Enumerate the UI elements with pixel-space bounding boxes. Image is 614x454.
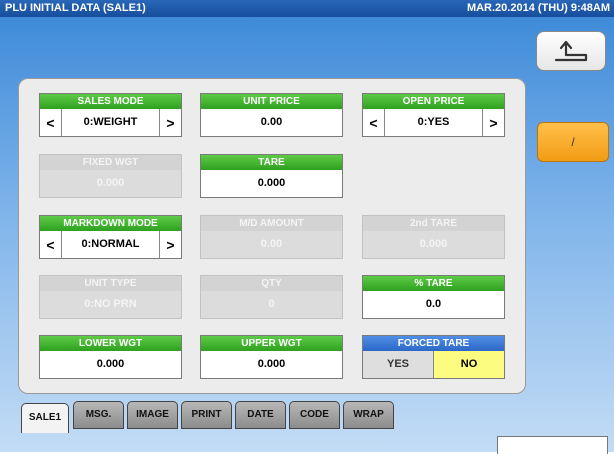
sales-mode-field: SALES MODE < 0:WEIGHT > [39,93,182,137]
markdown-mode-label: MARKDOWN MODE [40,216,181,231]
tab-wrap[interactable]: WRAP [343,401,394,429]
md-amount-field: M/D AMOUNT 0.00 [200,215,343,259]
qty-label: QTY [201,276,342,291]
fixed-wgt-value: 0.000 [40,170,181,197]
tare-field[interactable]: TARE 0.000 [200,154,343,198]
unit-type-value: 0:NO PRN [40,291,181,318]
upper-wgt-field[interactable]: UPPER WGT 0.000 [200,335,343,379]
unit-type-field: UNIT TYPE 0:NO PRN [39,275,182,319]
lower-wgt-value[interactable]: 0.000 [40,351,181,378]
md-amount-label: M/D AMOUNT [201,216,342,231]
pct-tare-field[interactable]: % TARE 0.0 [362,275,505,319]
qty-field: QTY 0 [200,275,343,319]
unit-price-field[interactable]: UNIT PRICE 0.00 [200,93,343,137]
tab-date[interactable]: DATE [235,401,286,429]
tab-print[interactable]: PRINT [181,401,232,429]
open-price-prev-button[interactable]: < [363,109,385,136]
fixed-wgt-field: FIXED WGT 0.000 [39,154,182,198]
markdown-mode-value[interactable]: 0:NORMAL [62,231,159,258]
second-tare-label: 2nd TARE [363,216,504,231]
tare-value[interactable]: 0.000 [201,170,342,197]
tab-image[interactable]: IMAGE [127,401,178,429]
markdown-mode-next-button[interactable]: > [159,231,181,258]
markdown-mode-prev-button[interactable]: < [40,231,62,258]
tab-sale1[interactable]: SALE1 [21,403,69,433]
lower-wgt-label: LOWER WGT [40,336,181,351]
unit-type-label: UNIT TYPE [40,276,181,291]
title-bar: PLU INITIAL DATA (SALE1) MAR.20.2014 (TH… [0,0,614,17]
tab-msg[interactable]: MSG. [73,401,124,429]
return-arrow-icon [554,40,588,62]
markdown-mode-field: MARKDOWN MODE < 0:NORMAL > [39,215,182,259]
pct-tare-label: % TARE [363,276,504,291]
forced-tare-field: FORCED TARE YES NO [362,335,505,379]
sales-mode-prev-button[interactable]: < [40,109,62,136]
sales-mode-next-button[interactable]: > [159,109,181,136]
plu-data-panel: SALES MODE < 0:WEIGHT > UNIT PRICE 0.00 … [18,78,526,433]
open-price-next-button[interactable]: > [482,109,504,136]
open-price-value[interactable]: 0:YES [385,109,482,136]
md-amount-value: 0.00 [201,231,342,258]
datetime-display: MAR.20.2014 (THU) 9:48AM [466,2,610,14]
slash-button[interactable]: / [537,122,609,162]
tab-bar: SALE1 MSG. IMAGE PRINT DATE CODE WRAP [19,401,539,433]
sales-mode-label: SALES MODE [40,94,181,109]
upper-wgt-value[interactable]: 0.000 [201,351,342,378]
upper-wgt-label: UPPER WGT [201,336,342,351]
forced-tare-label: FORCED TARE [363,336,504,351]
open-price-label: OPEN PRICE [363,94,504,109]
unit-price-value[interactable]: 0.00 [201,109,342,136]
open-price-field: OPEN PRICE < 0:YES > [362,93,505,137]
status-box [497,436,608,454]
sales-mode-value[interactable]: 0:WEIGHT [62,109,159,136]
qty-value: 0 [201,291,342,318]
window-title: PLU INITIAL DATA (SALE1) [5,2,146,14]
tab-code[interactable]: CODE [289,401,340,429]
second-tare-field: 2nd TARE 0.000 [362,215,505,259]
pct-tare-value[interactable]: 0.0 [363,291,504,318]
unit-price-label: UNIT PRICE [201,94,342,109]
forced-tare-no-button[interactable]: NO [433,351,504,378]
fixed-wgt-label: FIXED WGT [40,155,181,170]
back-button[interactable] [536,31,606,71]
lower-wgt-field[interactable]: LOWER WGT 0.000 [39,335,182,379]
second-tare-value: 0.000 [363,231,504,258]
forced-tare-yes-button[interactable]: YES [363,351,433,378]
tare-label: TARE [201,155,342,170]
